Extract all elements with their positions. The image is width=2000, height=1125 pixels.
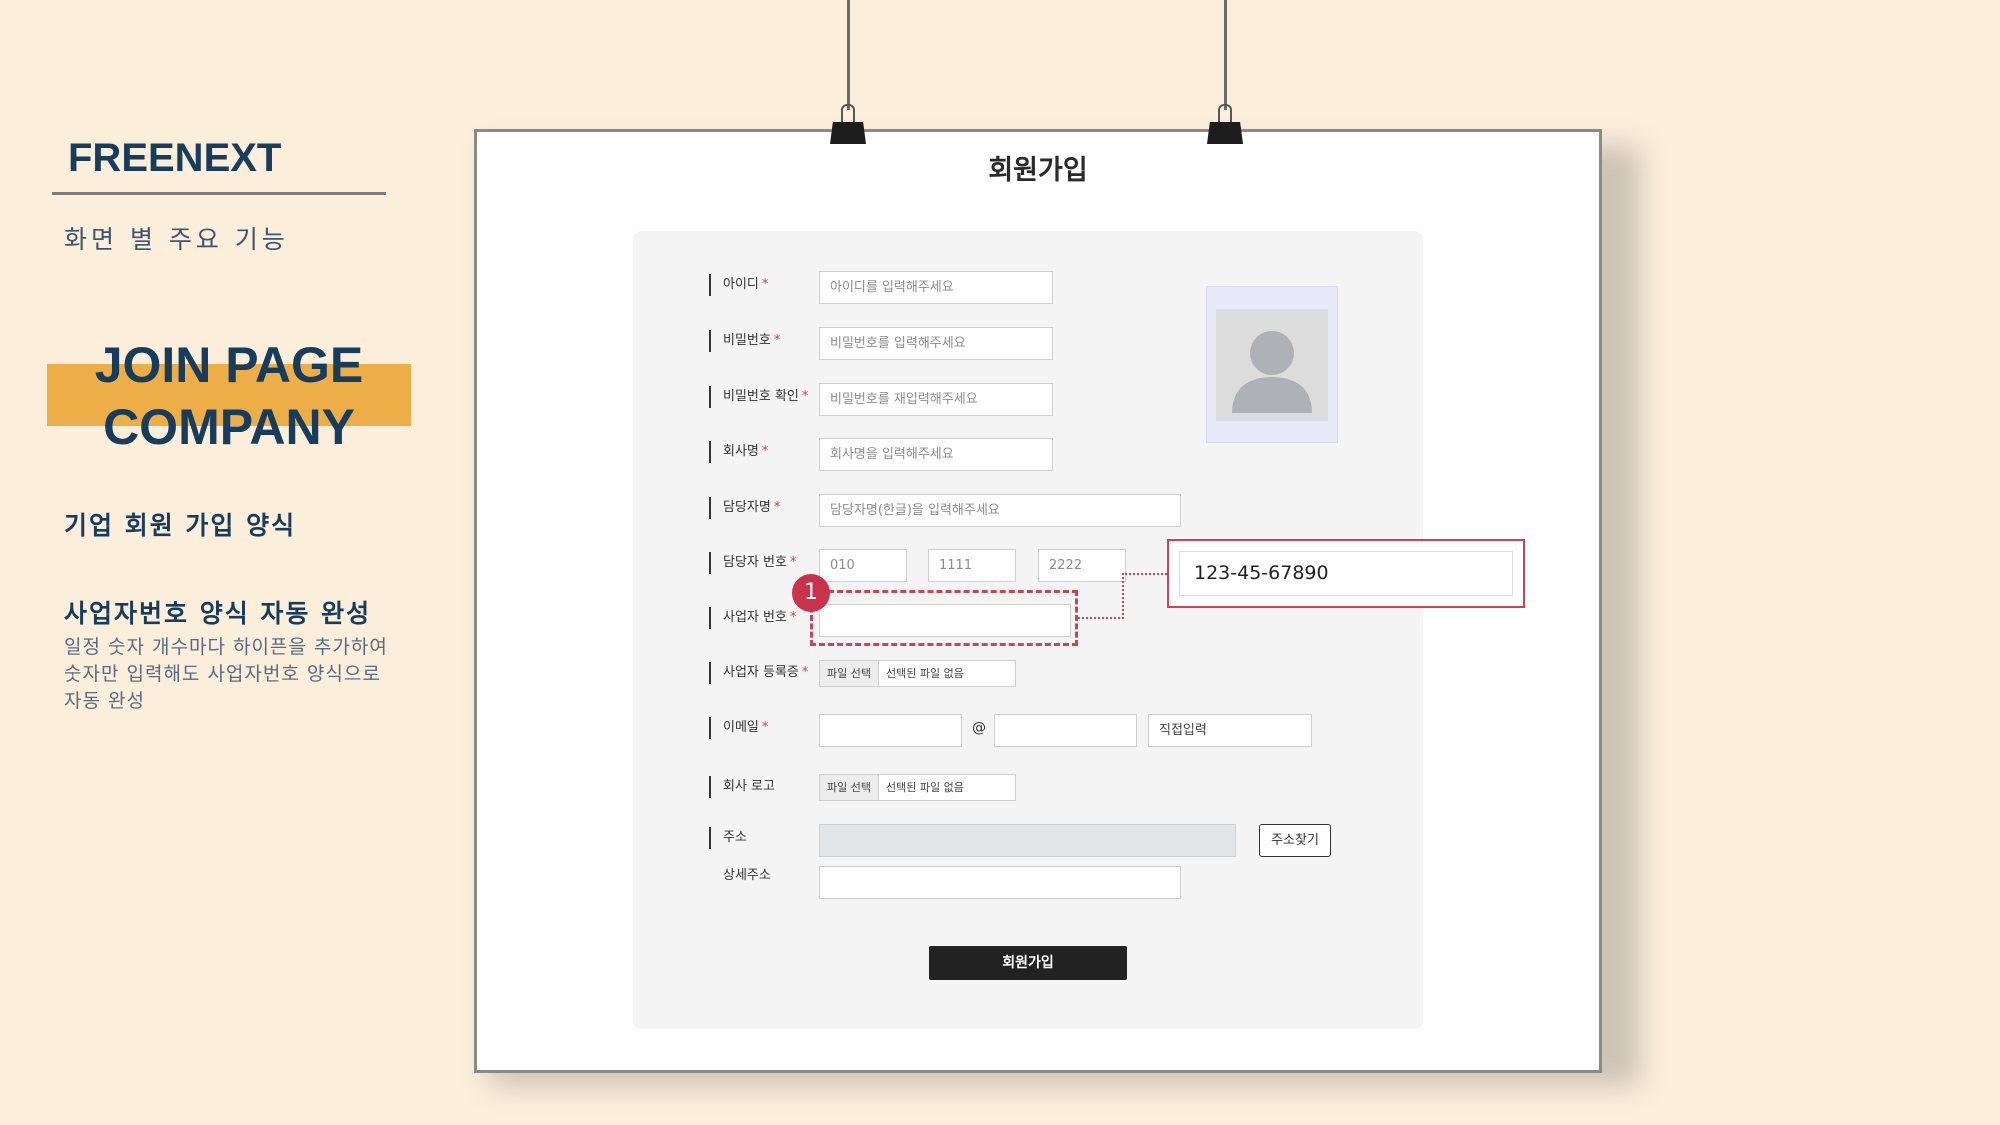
hanging-string [847,0,850,110]
email-label: 이메일 * [709,717,768,739]
manager-name-label: 담당자명 * [709,497,780,519]
section-title-business-number: 사업자번호 양식 자동 완성 [64,599,372,628]
section-description: 일정 숫자 개수마다 하이픈을 추가하여 숫자만 입력해도 사업자번호 양식으로… [64,634,404,715]
brand-divider [52,192,386,195]
file-name-text: 선택된 파일 없음 [885,667,964,680]
file-select-button[interactable]: 파일 선택 [820,775,879,800]
binder-clip-icon [830,104,866,144]
phone-part3-input[interactable]: 2222 [1038,549,1126,582]
file-select-button[interactable]: 파일 선택 [820,661,879,686]
password-confirm-input[interactable]: 비밀번호를 재입력해주세요 [819,383,1053,416]
company-logo-file-input[interactable]: 파일 선택 선택된 파일 없음 [819,774,1016,801]
business-cert-label: 사업자 등록증 * [709,662,808,684]
file-name-text: 선택된 파일 없음 [885,781,964,794]
hanging-string [1224,0,1227,110]
email-domain-input[interactable] [994,714,1137,747]
business-cert-file-input[interactable]: 파일 선택 선택된 파일 없음 [819,660,1016,687]
phone-part2-input[interactable]: 1111 [928,549,1016,582]
email-domain-select[interactable]: 직접입력 [1148,714,1312,747]
form-heading: 회원가입 [988,155,1088,186]
address-detail-label: 상세주소 [723,868,771,883]
description-line: 숫자만 입력해도 사업자번호 양식으로 [64,663,381,685]
connector-line [1078,617,1124,619]
brand-name: FREENEXT [68,136,282,180]
step-marker: 1 [792,574,830,612]
address-label: 주소 [709,827,747,849]
address-input [819,824,1236,857]
description-line: 일정 숫자 개수마다 하이픈을 추가하여 [64,636,388,658]
avatar-placeholder [1216,309,1328,421]
business-number-highlight [810,590,1078,646]
person-icon [1232,331,1312,413]
phone-part1-input[interactable]: 010 [819,549,907,582]
address-search-button[interactable]: 주소찾기 [1259,824,1331,857]
page-title: JOIN PAGE COMPANY [47,334,411,458]
binder-clip-icon [1207,104,1243,144]
connector-line [1122,573,1167,575]
logo-preview [1206,286,1338,443]
screen-subtitle: 화면 별 주요 기능 [64,225,289,254]
connector-line [1122,573,1124,619]
email-local-input[interactable] [819,714,962,747]
password-input[interactable]: 비밀번호를 입력해주세요 [819,327,1053,360]
manager-phone-label: 담당자 번호 * [709,552,796,574]
password-label: 비밀번호 * [709,330,780,352]
id-label: 아이디 * [709,274,768,296]
id-input[interactable]: 아이디를 입력해주세요 [819,271,1053,304]
company-name-label: 회사명 * [709,441,768,463]
page-title-line2: COMPANY [103,399,355,455]
section-title-join-form: 기업 회원 가입 양식 [64,511,297,540]
company-name-input[interactable]: 회사명을 입력해주세요 [819,438,1053,471]
company-logo-label: 회사 로고 [709,776,775,798]
business-number-label: 사업자 번호 * [709,607,796,629]
password-confirm-label: 비밀번호 확인 * [709,386,808,408]
business-number-callout: 123-45-67890 [1167,539,1525,608]
callout-example-value: 123-45-67890 [1179,551,1513,596]
description-line: 자동 완성 [64,690,145,712]
address-detail-input[interactable] [819,866,1181,899]
email-at-sign: @ [972,720,986,736]
manager-name-input[interactable]: 담당자명(한글)을 입력해주세요 [819,494,1181,527]
signup-submit-button[interactable]: 회원가입 [929,946,1127,980]
page-title-line1: JOIN PAGE [94,337,364,393]
